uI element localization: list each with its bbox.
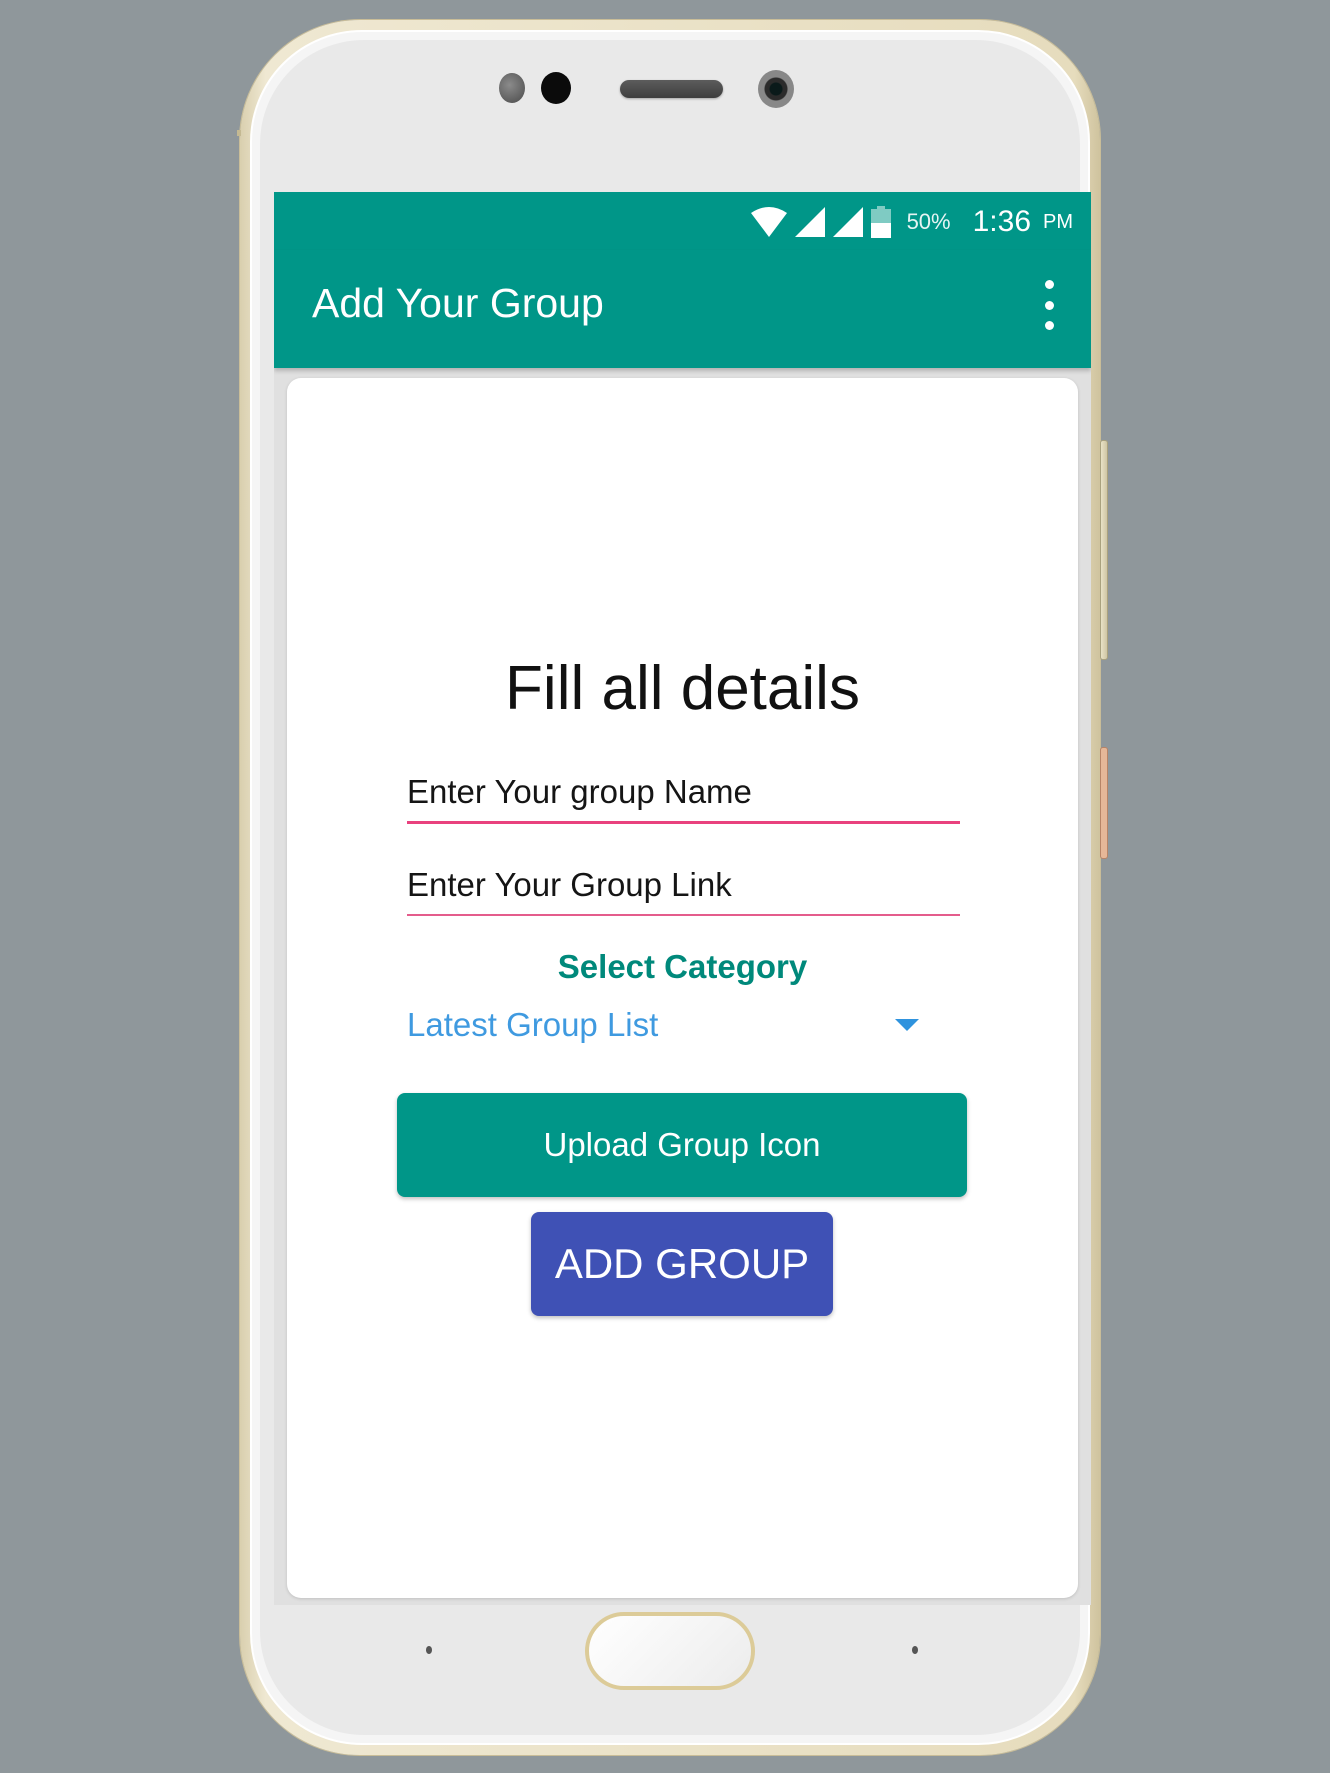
group-name-field-wrapper <box>407 773 960 824</box>
power-button <box>1100 747 1108 859</box>
volume-button <box>1100 440 1108 660</box>
phone-frame-notch <box>237 130 241 136</box>
category-spinner[interactable]: Latest Group List <box>407 998 927 1052</box>
light-sensor-icon <box>541 72 571 104</box>
wifi-icon <box>750 207 787 237</box>
dropdown-arrow-icon <box>895 1019 919 1031</box>
add-group-button[interactable]: ADD GROUP <box>531 1212 833 1316</box>
app-title: Add Your Group <box>312 280 604 326</box>
form-card: Fill all details Select Category Latest … <box>287 378 1078 1598</box>
group-link-field-wrapper <box>407 866 960 916</box>
status-bar: 50% 1:36 PM <box>274 192 1091 250</box>
home-button[interactable] <box>585 1612 755 1690</box>
battery-percent: 50% <box>906 209 951 234</box>
earpiece-speaker-icon <box>620 80 723 98</box>
phone-screen: 50% 1:36 PM Add Your Group Fill all detai… <box>274 192 1091 1605</box>
front-camera-icon <box>758 70 794 108</box>
form-title: Fill all details <box>505 654 860 723</box>
upload-group-icon-button[interactable]: Upload Group Icon <box>397 1093 967 1197</box>
clock-time: 1:36 <box>972 205 1031 238</box>
battery-icon <box>870 206 891 238</box>
group-link-input[interactable] <box>407 866 960 916</box>
category-selected-value: Latest Group List <box>407 1006 659 1043</box>
signal-icon <box>794 207 825 237</box>
app-bar: Add Your Group <box>274 250 1091 368</box>
more-vert-icon[interactable] <box>1039 280 1059 330</box>
bottom-sensor-left-icon <box>426 1646 432 1654</box>
bottom-sensor-right-icon <box>912 1646 918 1654</box>
select-category-label: Select Category <box>557 948 808 985</box>
clock-ampm: PM <box>1043 210 1073 233</box>
proximity-sensor-icon <box>499 73 525 103</box>
signal-icon <box>832 207 863 237</box>
group-name-input[interactable] <box>407 773 960 824</box>
